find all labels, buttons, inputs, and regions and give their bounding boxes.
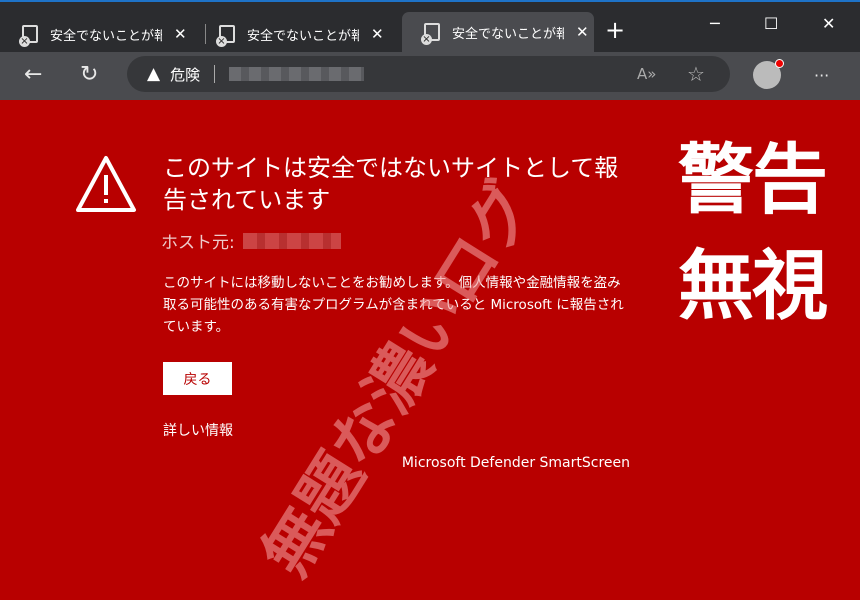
address-bar[interactable]: ▲ 危険 A» ☆: [127, 56, 730, 92]
warning-description: このサイトには移動しないことをお勧めします。個人情報や金融情報を盗み取る可能性の…: [163, 275, 624, 335]
tab-title: 安全でないことが報告されています: [247, 28, 359, 44]
warning-triangle-icon: [76, 156, 136, 212]
go-back-button[interactable]: 戻る: [163, 362, 232, 395]
refresh-icon[interactable]: ↻: [80, 62, 98, 87]
tab-strip: 安全でないことが報告されています ✕ 安全でないことが報告されています ✕ 安全…: [0, 0, 860, 52]
unsafe-page-icon: [216, 25, 235, 47]
smartscreen-warning-page: このサイトは安全ではないサイトとして報告されています ホスト元: このサイトには…: [0, 100, 860, 600]
security-status[interactable]: 危険: [170, 64, 200, 85]
favorite-star-icon[interactable]: ☆: [687, 62, 705, 86]
back-arrow-icon[interactable]: ←: [24, 62, 42, 87]
host-info: ホスト元:: [161, 228, 341, 253]
tab-2[interactable]: 安全でないことが報告されています ✕: [197, 14, 397, 54]
url-redacted: [229, 67, 365, 81]
new-tab-button[interactable]: +: [605, 16, 625, 44]
more-menu-icon[interactable]: ···: [814, 66, 829, 85]
read-aloud-icon[interactable]: A»: [637, 65, 656, 83]
warning-icon: ▲: [147, 64, 161, 84]
more-info-link[interactable]: 詳しい情報: [163, 420, 233, 440]
tab-title: 安全でないことが報告されています: [452, 26, 564, 42]
tab-title: 安全でないことが報告されています: [50, 28, 162, 44]
defender-brand: Microsoft Defender SmartScreen: [401, 455, 630, 471]
toolbar: ← ↻ ▲ 危険 A» ☆ ···: [0, 52, 860, 100]
tab-1[interactable]: 安全でないことが報告されています ✕: [0, 14, 200, 54]
tab-close-icon[interactable]: ✕: [371, 25, 384, 43]
close-window-button[interactable]: ✕: [822, 14, 835, 33]
unsafe-page-icon: [421, 23, 440, 45]
divider: [214, 65, 216, 83]
overlay-text-ignore: 無視: [678, 241, 828, 330]
tab-3-active[interactable]: 安全でないことが報告されています ✕: [402, 12, 594, 52]
unsafe-page-icon: [19, 25, 38, 47]
host-label: ホスト元:: [161, 233, 235, 253]
profile-avatar[interactable]: [753, 59, 784, 89]
host-redacted: [242, 232, 341, 249]
tab-close-icon[interactable]: ✕: [576, 23, 589, 41]
notification-dot: [775, 59, 784, 68]
overlay-text-warning: 警告: [678, 135, 828, 224]
watermark: 無題な濃いログ: [249, 169, 550, 589]
page-title: このサイトは安全ではないサイトとして報告されています: [163, 154, 619, 214]
maximize-button[interactable]: ☐: [764, 14, 778, 33]
tab-close-icon[interactable]: ✕: [174, 25, 187, 43]
minimize-button[interactable]: ─: [710, 14, 720, 33]
